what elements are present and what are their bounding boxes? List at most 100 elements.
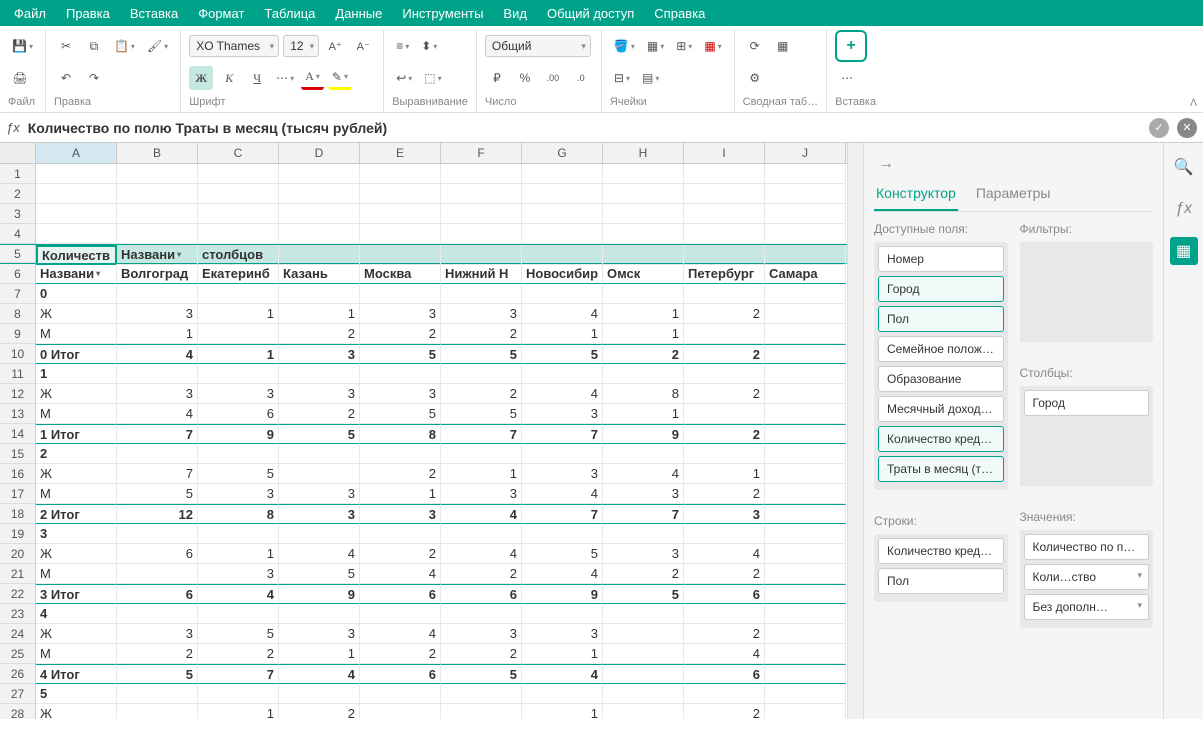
cell-format-button[interactable] [700,34,725,58]
cell[interactable]: 3 [279,484,360,504]
cell[interactable]: Петербург [684,264,765,284]
formula-cancel-button[interactable]: ✕ [1177,118,1197,138]
row-header[interactable]: 4 [0,224,36,244]
cell[interactable]: 3 [36,524,117,544]
cell[interactable] [198,204,279,224]
cell[interactable]: 1 [36,364,117,384]
cell[interactable]: 1 [603,404,684,424]
dec-decimal-button[interactable] [569,66,593,90]
cell[interactable]: Екатеринб [198,264,279,284]
cell[interactable] [36,184,117,204]
cell[interactable]: М [36,404,117,424]
cell[interactable] [684,164,765,184]
cell[interactable] [117,284,198,304]
cell[interactable] [198,164,279,184]
row-header[interactable]: 7 [0,284,36,304]
cell[interactable]: 3 [603,484,684,504]
menu-Формат[interactable]: Формат [188,1,254,26]
cell[interactable]: 3 [117,624,198,644]
cell[interactable] [117,444,198,464]
cell[interactable]: 2 [279,704,360,719]
cell[interactable] [279,245,360,265]
field-chip[interactable]: Месячный доход… [878,396,1004,422]
cell[interactable] [198,284,279,304]
cell[interactable]: 1 [684,464,765,484]
cell[interactable]: Казань [279,264,360,284]
insert-button[interactable] [835,30,867,62]
col-header-A[interactable]: A [36,143,117,163]
cell[interactable] [684,224,765,244]
cell[interactable]: 1 [522,324,603,344]
cut-button[interactable] [54,34,78,58]
cell[interactable]: 3 [441,624,522,644]
format-painter-button[interactable] [143,34,172,58]
tab-parameters[interactable]: Параметры [974,177,1053,211]
cell[interactable] [117,204,198,224]
underline-button[interactable] [245,66,269,90]
cell[interactable]: 2 [117,644,198,664]
cell[interactable]: 2 [279,404,360,424]
row-header[interactable]: 19 [0,524,36,544]
cell[interactable]: 4 [198,584,279,604]
row-header[interactable]: 14 [0,424,36,444]
cell[interactable] [279,364,360,384]
cell[interactable] [198,364,279,384]
row-header[interactable]: 9 [0,324,36,344]
cell[interactable]: 4 [36,604,117,624]
cell[interactable] [765,304,846,324]
cell[interactable]: Новосибир [522,264,603,284]
cell[interactable] [765,404,846,424]
row-header[interactable]: 5 [0,245,36,263]
cell[interactable]: 3 [522,404,603,424]
cell[interactable] [117,684,198,704]
col-header-E[interactable]: E [360,143,441,163]
cell[interactable] [522,204,603,224]
cell[interactable]: М [36,484,117,504]
cell[interactable]: 4 [684,544,765,564]
cell[interactable]: 5 [360,344,441,364]
cell[interactable]: 2 [684,704,765,719]
cell[interactable]: 3 [198,384,279,404]
h-align-button[interactable] [392,34,413,58]
cell[interactable]: 2 [36,444,117,464]
cell[interactable]: Ж [36,704,117,719]
row-header[interactable]: 28 [0,704,36,719]
cell[interactable]: 0 Итог [36,344,117,364]
cell[interactable] [765,524,846,544]
cell[interactable]: 3 [360,504,441,524]
cell[interactable]: 5 [198,464,279,484]
cell[interactable]: Ж [36,624,117,644]
cell[interactable]: 2 [360,464,441,484]
cell[interactable]: 3 [360,384,441,404]
cell[interactable]: 4 [522,564,603,584]
font-more-button[interactable] [273,66,297,90]
cell[interactable]: 2 [684,564,765,584]
cell[interactable]: 5 [441,664,522,684]
cell[interactable]: 2 Итог [36,504,117,524]
cell[interactable]: 9 [603,424,684,444]
cell[interactable] [360,245,441,265]
cell[interactable]: 5 [522,344,603,364]
row-header[interactable]: 16 [0,464,36,484]
cell[interactable]: 2 [603,564,684,584]
cell[interactable]: 2 [684,344,765,364]
cell[interactable]: 8 [198,504,279,524]
cell[interactable]: 5 [279,424,360,444]
cell[interactable] [684,604,765,624]
cell[interactable]: 2 [684,304,765,324]
cell[interactable]: 1 [522,644,603,664]
cell[interactable]: 6 [684,584,765,604]
menu-Вставка[interactable]: Вставка [120,1,188,26]
cell[interactable] [765,324,846,344]
zone-rows[interactable]: Количество кред…Пол [874,534,1008,602]
cell[interactable] [765,384,846,404]
cell[interactable]: 3 [117,384,198,404]
field-chip[interactable]: Количество кред… [878,426,1004,452]
col-header-F[interactable]: F [441,143,522,163]
field-chip[interactable]: Пол [878,306,1004,332]
menu-Файл[interactable]: Файл [4,1,56,26]
cell[interactable]: 1 [279,304,360,324]
field-chip[interactable]: Образование [878,366,1004,392]
cell[interactable]: 12 [117,504,198,524]
cell[interactable] [522,684,603,704]
